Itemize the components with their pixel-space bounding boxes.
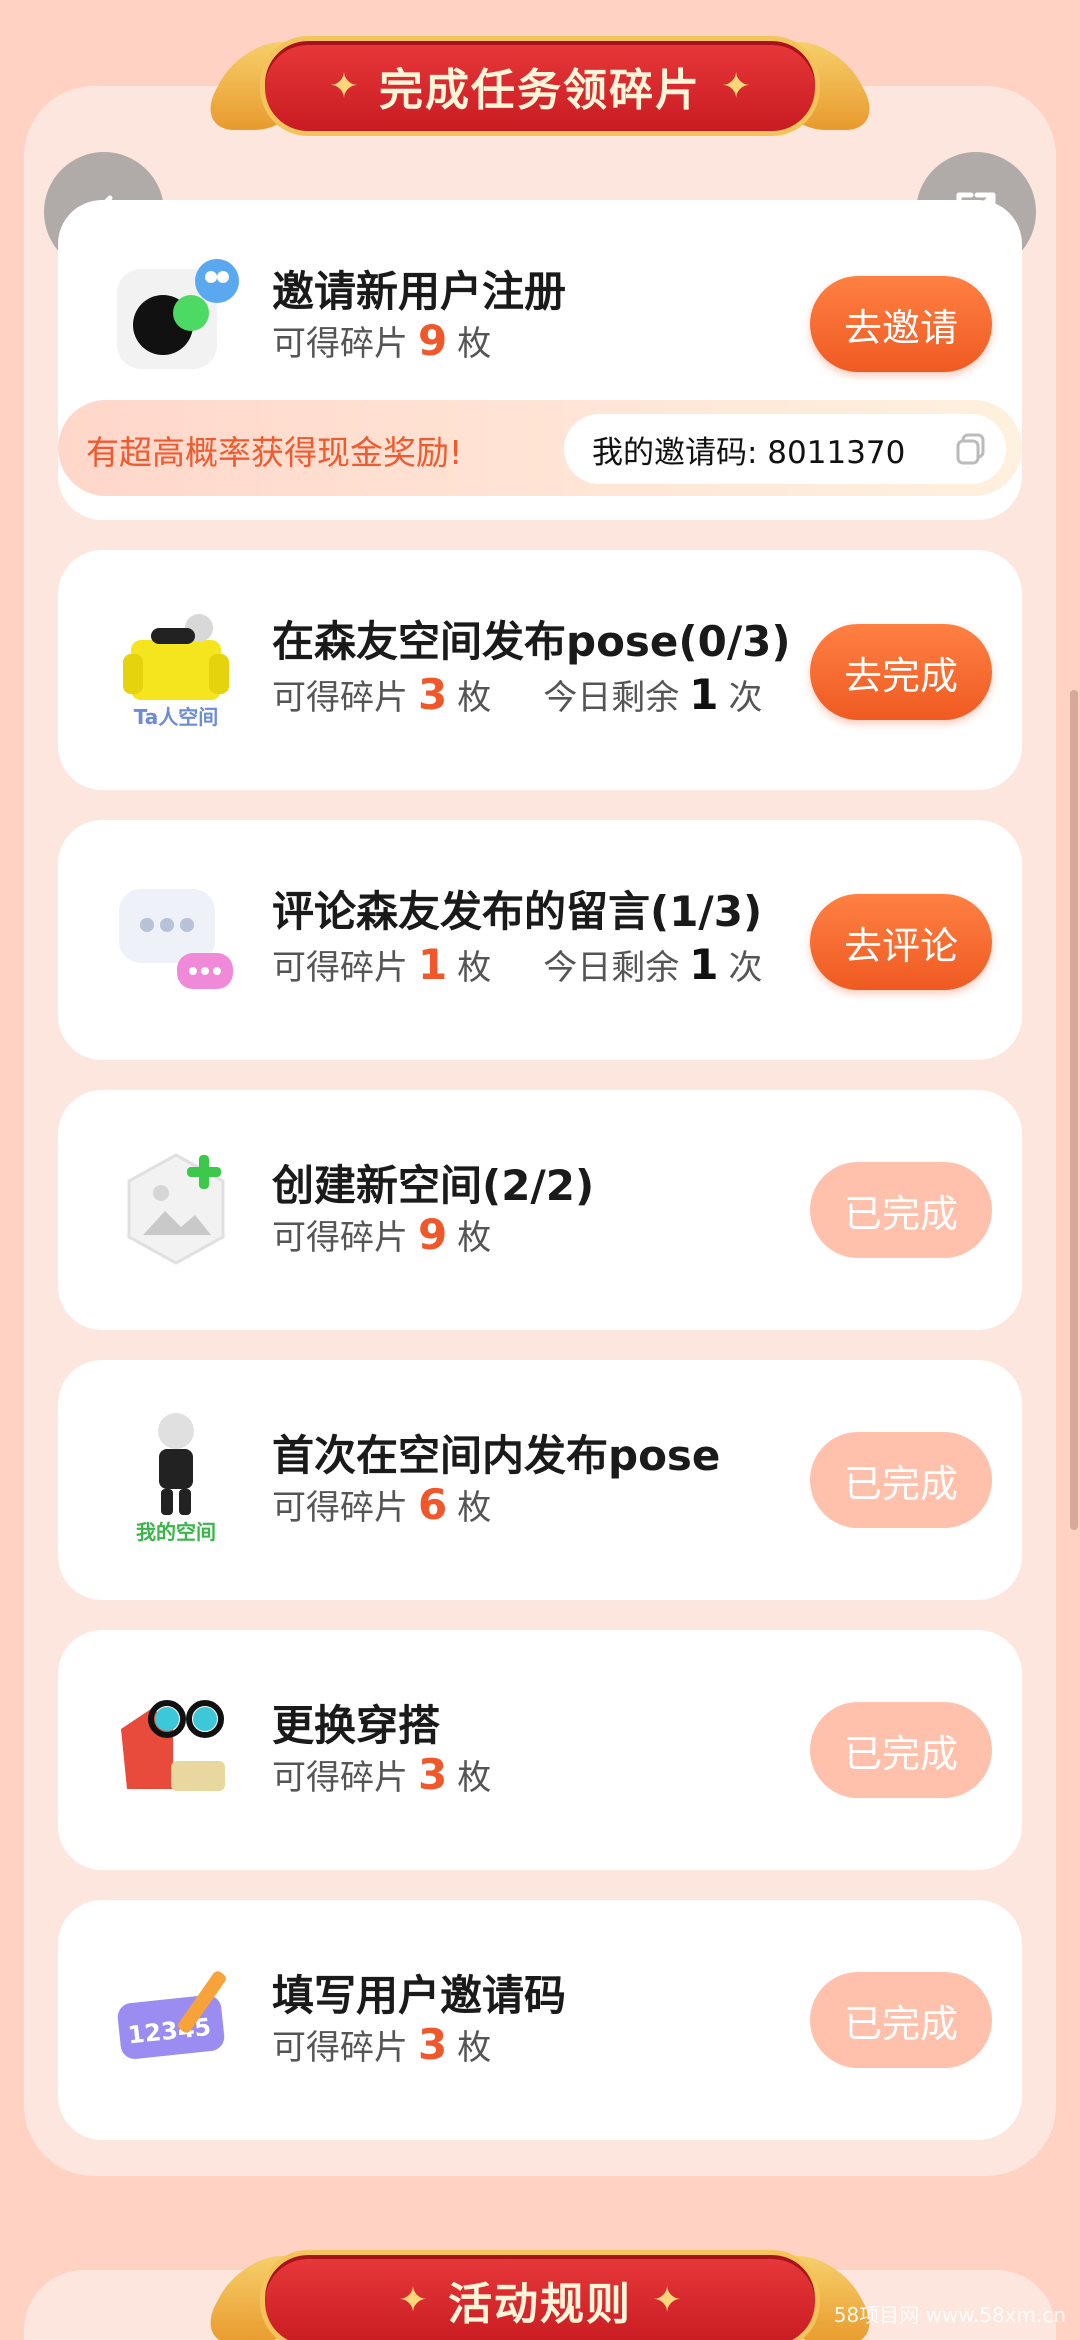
task-title: 在森友空间发布pose(0/3) — [272, 617, 791, 666]
chat-bubble-icon — [106, 874, 246, 1004]
watermark: 58项目网 www.58xm.cn — [833, 2303, 1066, 2327]
task-card-invite: 邀请新用户注册 可得碎片 9 枚 去邀请 有超高概率获得现金奖励! 我的邀请码:… — [58, 200, 1022, 520]
task-title: 邀请新用户注册 — [272, 267, 567, 316]
page-title: 完成任务领碎片 — [379, 65, 701, 116]
complete-button[interactable]: 去完成 — [810, 624, 992, 720]
star-icon: ✦ — [721, 65, 752, 107]
completed-button: 已完成 — [810, 1702, 992, 1798]
invite-code-box[interactable]: 我的邀请码: 8011370 — [564, 414, 1006, 484]
task-title: 更换穿搭 — [272, 1701, 441, 1750]
task-card-first-pose: 我的空间 首次在空间内发布pose 可得碎片 6 枚 已完成 — [58, 1360, 1022, 1600]
task-reward: 可得碎片 3 枚 — [272, 1750, 492, 1799]
friend-space-label: Ta人空间 — [134, 705, 219, 729]
my-space-label: 我的空间 — [136, 1520, 216, 1544]
task-reward: 可得碎片 9 枚 — [272, 1210, 492, 1259]
completed-button: 已完成 — [810, 1972, 992, 2068]
enter-code-icon: 12345 — [106, 1954, 246, 2084]
task-card-create-space: 创建新空间(2/2) 可得碎片 9 枚 已完成 — [58, 1090, 1022, 1330]
task-card-post-pose: Ta人空间 在森友空间发布pose(0/3) 可得碎片 3 枚 今日剩余 1 次… — [58, 550, 1022, 790]
invite-code-text: 我的邀请码: 8011370 — [592, 434, 906, 471]
rules-title: 活动规则 — [448, 2279, 632, 2330]
invite-button[interactable]: 去邀请 — [810, 276, 992, 372]
my-space-icon: 我的空间 — [106, 1410, 246, 1544]
task-reward: 可得碎片 3 枚 — [272, 2020, 492, 2069]
comment-button[interactable]: 去评论 — [810, 894, 992, 990]
task-title: 首次在空间内发布pose — [272, 1431, 721, 1480]
task-reward: 可得碎片 9 枚 — [272, 316, 492, 365]
task-card-comment: 评论森友发布的留言(1/3) 可得碎片 1 枚 今日剩余 1 次 去评论 — [58, 820, 1022, 1060]
title-banner: ✦ 完成任务领碎片 ✦ — [194, 30, 886, 142]
task-title: 创建新空间(2/2) — [272, 1161, 595, 1210]
star-icon: ✦ — [397, 2279, 428, 2321]
completed-button: 已完成 — [810, 1432, 992, 1528]
task-reward: 可得碎片 1 枚 今日剩余 1 次 — [272, 940, 763, 989]
task-card-change-outfit: 更换穿搭 可得碎片 3 枚 已完成 — [58, 1630, 1022, 1870]
scrollbar[interactable] — [1070, 690, 1078, 1530]
task-reward: 可得碎片 6 枚 — [272, 1480, 492, 1529]
outfit-icon — [106, 1684, 246, 1814]
star-icon: ✦ — [652, 2279, 683, 2321]
invite-app-icon — [106, 250, 246, 380]
task-title: 评论森友发布的留言(1/3) — [272, 887, 763, 936]
cash-reward-hint: 有超高概率获得现金奖励! — [86, 433, 463, 472]
rules-banner: ✦ 活动规则 ✦ — [194, 2244, 886, 2340]
star-icon: ✦ — [328, 65, 359, 107]
task-card-enter-code: 12345 填写用户邀请码 可得碎片 3 枚 已完成 — [58, 1900, 1022, 2140]
invite-hint-bar: 有超高概率获得现金奖励! 我的邀请码: 8011370 — [58, 400, 1022, 496]
copy-icon[interactable] — [954, 432, 988, 466]
task-reward: 可得碎片 3 枚 今日剩余 1 次 — [272, 670, 763, 719]
add-image-icon — [106, 1144, 246, 1274]
completed-button: 已完成 — [810, 1162, 992, 1258]
friend-space-icon: Ta人空间 — [106, 600, 246, 730]
task-title: 填写用户邀请码 — [272, 1971, 567, 2020]
